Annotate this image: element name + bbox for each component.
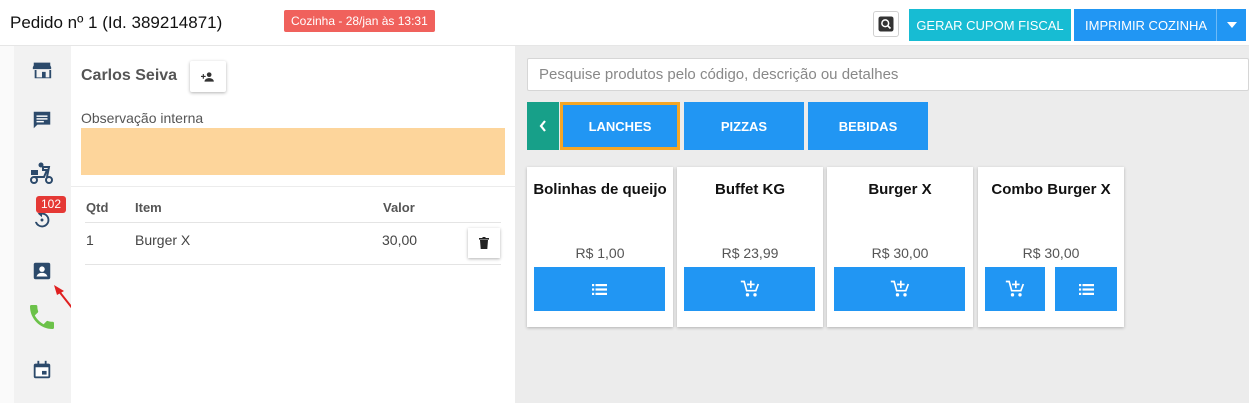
category-back-button[interactable] [527, 102, 559, 150]
product-name: Buffet KG [715, 181, 785, 198]
phone-icon[interactable] [26, 301, 58, 333]
add-cart-icon [1005, 280, 1025, 297]
chevron-down-icon[interactable] [1216, 9, 1246, 41]
list-icon [1078, 283, 1094, 295]
product-name: Bolinhas de queijo [533, 181, 667, 198]
tab-bebidas[interactable]: BEBIDAS [808, 102, 928, 150]
row-item: Burger X [135, 232, 191, 248]
order-panel: Carlos Seiva Observação interna Qtd Item… [71, 46, 515, 403]
generate-fiscal-receipt-button[interactable]: GERAR CUPOM FISCAL [909, 9, 1071, 41]
order-title: Pedido nº 1 (Id. 389214871) [10, 13, 223, 32]
column-header-item: Item [135, 200, 162, 215]
add-cart-icon [740, 280, 759, 297]
history-count-badge: 102 [36, 196, 67, 213]
print-kitchen-button[interactable]: IMPRIMIR COZINHA [1074, 9, 1246, 41]
change-customer-button[interactable] [190, 61, 226, 92]
product-details-button[interactable] [534, 267, 665, 311]
tab-lanches[interactable]: LANCHES [560, 102, 680, 150]
catalog-area: Pesquise produtos pelo código, descrição… [515, 46, 1249, 403]
product-name: Burger X [868, 181, 932, 198]
product-card: Buffet KG R$ 23,99 [677, 167, 823, 327]
product-card: Bolinhas de queijo R$ 1,00 [527, 167, 673, 327]
column-header-qtd: Qtd [86, 200, 109, 215]
message-icon[interactable] [28, 106, 56, 134]
product-price: R$ 1,00 [575, 245, 625, 261]
customer-name: Carlos Seiva [81, 67, 178, 84]
sidebar: 102 [0, 46, 81, 403]
column-header-valor: Valor [383, 200, 415, 215]
chevron-left-icon [539, 120, 546, 132]
row-valor: 30,00 [382, 232, 418, 248]
store-icon[interactable] [28, 56, 56, 84]
product-price: R$ 30,00 [871, 245, 929, 261]
product-details-button[interactable] [1055, 267, 1117, 311]
product-search-input[interactable]: Pesquise produtos pelo código, descrição… [527, 58, 1249, 91]
kitchen-status-badge: Cozinha - 28/jan às 13:31 [284, 10, 435, 32]
delivery-scooter-icon[interactable] [28, 159, 56, 187]
product-price: R$ 30,00 [1022, 245, 1080, 261]
calendar-icon[interactable] [28, 356, 56, 384]
add-cart-icon [890, 280, 909, 297]
search-order-button[interactable] [873, 11, 899, 37]
print-kitchen-label: IMPRIMIR COZINHA [1085, 17, 1208, 33]
list-icon [592, 283, 607, 295]
delete-item-button[interactable] [468, 228, 500, 258]
product-card: Burger X R$ 30,00 [827, 167, 973, 327]
product-card: Combo Burger X R$ 30,00 [978, 167, 1124, 327]
search-icon [878, 16, 894, 32]
add-to-cart-button[interactable] [684, 267, 815, 311]
add-to-cart-button[interactable] [834, 267, 965, 311]
row-qtd: 1 [86, 232, 94, 248]
internal-note-field[interactable] [81, 128, 505, 175]
add-to-cart-button[interactable] [985, 267, 1045, 311]
contact-card-icon[interactable] [28, 257, 56, 285]
product-price: R$ 23,99 [721, 245, 779, 261]
header: Pedido nº 1 (Id. 389214871) Cozinha - 28… [0, 0, 1249, 46]
person-add-icon [201, 71, 214, 82]
trash-icon [479, 237, 489, 249]
tab-pizzas[interactable]: PIZZAS [684, 102, 804, 150]
product-name: Combo Burger X [991, 181, 1111, 198]
internal-note-label: Observação interna [81, 110, 204, 126]
